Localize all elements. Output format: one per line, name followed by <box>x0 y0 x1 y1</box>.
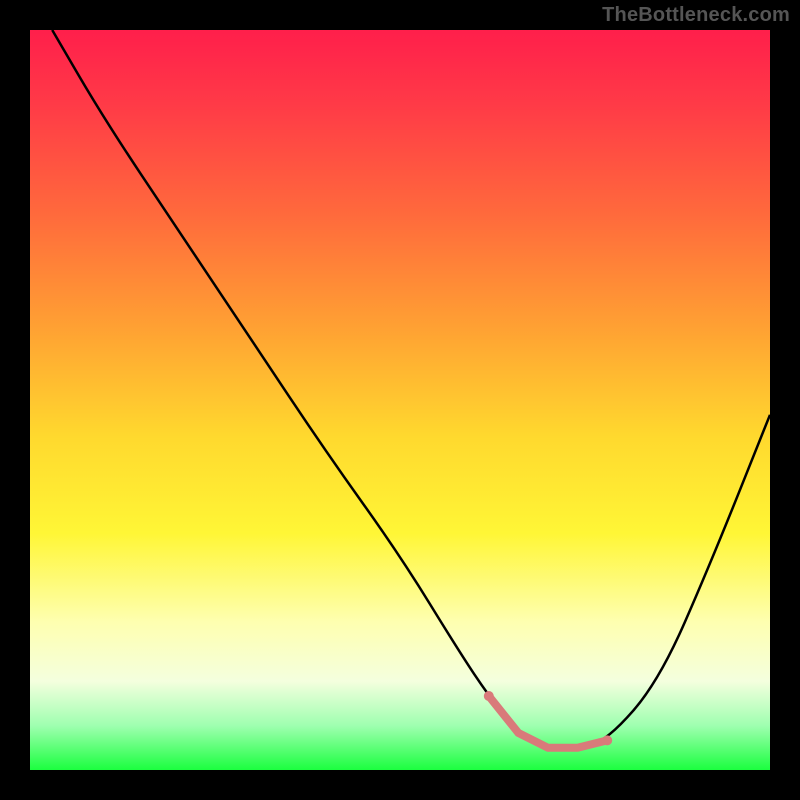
optimal-range-arc <box>489 696 607 748</box>
optimal-range-dot <box>545 744 552 751</box>
optimal-range-dot <box>602 735 612 745</box>
bottleneck-curve <box>52 30 770 748</box>
curve-svg <box>30 30 770 770</box>
optimal-range-dot <box>484 691 494 701</box>
watermark-text: TheBottleneck.com <box>602 4 790 27</box>
plot-area <box>30 30 770 770</box>
optimal-range-dot <box>515 730 522 737</box>
chart-frame: TheBottleneck.com <box>0 0 800 800</box>
optimal-range-markers <box>484 691 612 751</box>
optimal-range-dot <box>574 744 581 751</box>
